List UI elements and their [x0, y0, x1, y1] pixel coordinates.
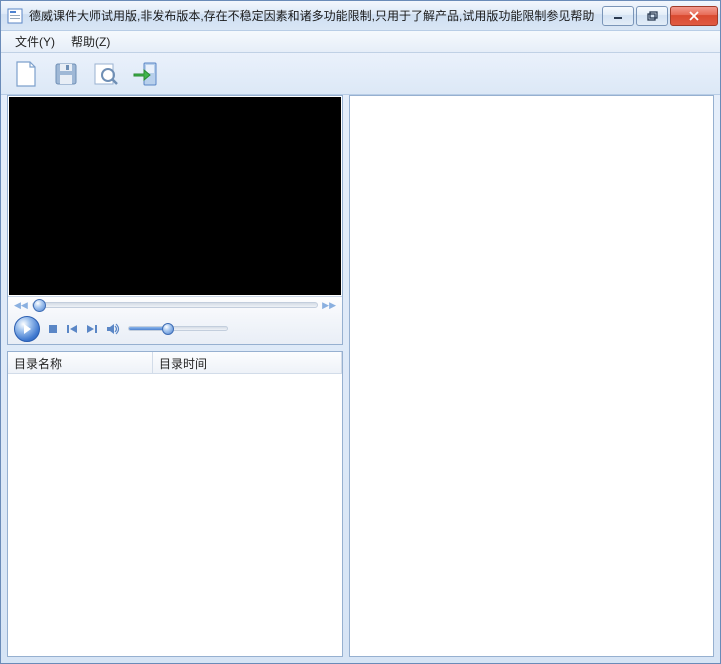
prev-icon — [66, 324, 78, 334]
play-button[interactable] — [14, 316, 40, 342]
menubar: 文件(Y) 帮助(Z) — [1, 31, 720, 53]
save-icon — [52, 60, 80, 88]
seek-slider[interactable] — [32, 302, 318, 308]
close-icon — [688, 11, 700, 21]
maximize-icon — [647, 11, 658, 21]
volume-button[interactable] — [106, 323, 120, 335]
menu-help[interactable]: 帮助(Z) — [63, 31, 118, 52]
player-controls: ◀◀ ▶▶ — [8, 296, 342, 344]
app-icon — [7, 8, 23, 24]
export-icon — [132, 60, 160, 88]
minimize-icon — [613, 11, 623, 21]
minimize-button[interactable] — [602, 6, 634, 26]
volume-thumb[interactable] — [162, 323, 174, 335]
left-column: ◀◀ ▶▶ — [7, 95, 343, 657]
video-display[interactable] — [9, 97, 341, 295]
play-icon — [21, 323, 33, 335]
export-button[interactable] — [127, 56, 165, 92]
catalog-list[interactable] — [8, 374, 342, 656]
maximize-button[interactable] — [636, 6, 668, 26]
seek-bar-row: ◀◀ ▶▶ — [8, 297, 342, 313]
stop-icon — [48, 324, 58, 334]
content-area: ◀◀ ▶▶ — [7, 95, 714, 657]
new-file-icon — [12, 60, 40, 88]
new-button[interactable] — [7, 56, 45, 92]
window-buttons — [600, 6, 718, 26]
catalog-header: 目录名称 目录时间 — [8, 352, 342, 374]
control-row — [8, 313, 342, 344]
catalog-panel: 目录名称 目录时间 — [7, 351, 343, 657]
main-panel[interactable] — [349, 95, 714, 657]
app-window: 德威课件大师试用版,非发布版本,存在不稳定因素和诸多功能限制,只用于了解产品,试… — [0, 0, 721, 664]
menu-file[interactable]: 文件(Y) — [7, 31, 63, 52]
prev-button[interactable] — [66, 324, 78, 334]
seek-fwd-icon[interactable]: ▶▶ — [322, 300, 336, 311]
save-button[interactable] — [47, 56, 85, 92]
next-icon — [86, 324, 98, 334]
preview-icon — [92, 60, 120, 88]
seek-back-icon[interactable]: ◀◀ — [14, 300, 28, 311]
window-title: 德威课件大师试用版,非发布版本,存在不稳定因素和诸多功能限制,只用于了解产品,试… — [29, 7, 600, 24]
volume-icon — [106, 323, 120, 335]
titlebar: 德威课件大师试用版,非发布版本,存在不稳定因素和诸多功能限制,只用于了解产品,试… — [1, 1, 720, 31]
stop-button[interactable] — [48, 324, 58, 334]
video-panel: ◀◀ ▶▶ — [7, 95, 343, 345]
close-button[interactable] — [670, 6, 718, 26]
col-header-name[interactable]: 目录名称 — [8, 352, 153, 373]
seek-thumb[interactable] — [33, 299, 46, 312]
next-button[interactable] — [86, 324, 98, 334]
volume-slider[interactable] — [128, 326, 228, 331]
toolbar — [1, 53, 720, 95]
preview-button[interactable] — [87, 56, 125, 92]
col-header-time[interactable]: 目录时间 — [153, 352, 342, 373]
